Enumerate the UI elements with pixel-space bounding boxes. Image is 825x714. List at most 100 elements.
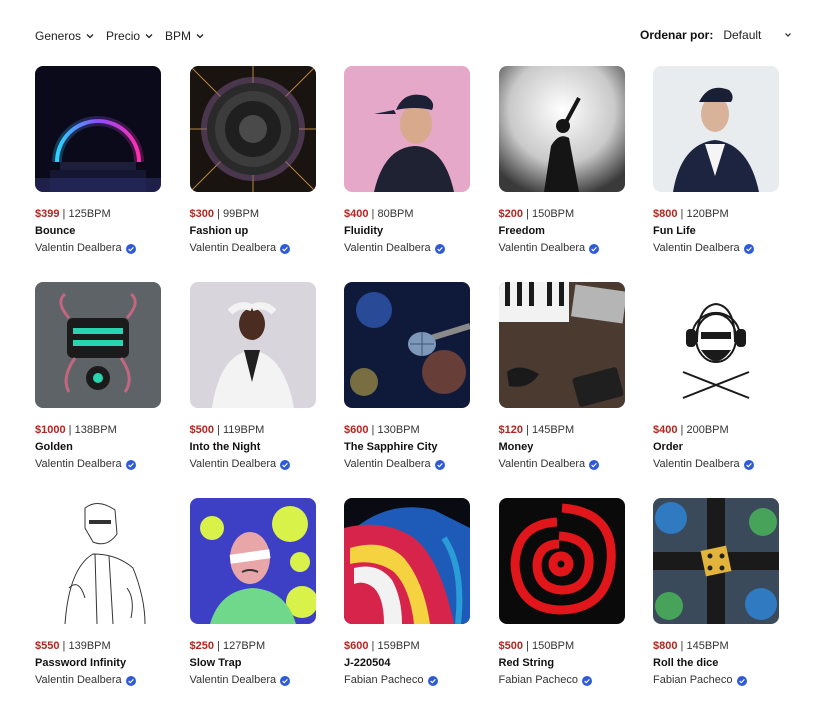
beat-card[interactable]: $500 | 119BPM Into the Night Valentin De… <box>189 282 316 498</box>
beat-meta: $399 | 125BPM Bounce Valentin Dealbera <box>35 206 161 257</box>
beat-author[interactable]: Valentin Dealbera <box>653 456 779 473</box>
beat-meta: $300 | 99BPM Fashion up Valentin Dealber… <box>190 206 316 257</box>
beat-cover-image[interactable] <box>498 498 625 624</box>
beat-meta: $550 | 139BPM Password Infinity Valentin… <box>35 638 161 689</box>
beat-card[interactable]: $600 | 159BPM J-220504 Fabian Pacheco <box>344 498 470 714</box>
beat-cover-image[interactable] <box>344 498 470 624</box>
beat-card[interactable]: $300 | 99BPM Fashion up Valentin Dealber… <box>189 66 316 282</box>
beat-cover-image[interactable] <box>344 282 470 408</box>
verified-badge-icon <box>427 675 438 686</box>
beat-author[interactable]: Valentin Dealbera <box>344 240 470 257</box>
beat-price-line: $800 | 145BPM <box>653 638 779 655</box>
beat-price-line: $550 | 139BPM <box>35 638 161 655</box>
beat-cover-image[interactable] <box>653 282 779 408</box>
beat-title[interactable]: Freedom <box>499 223 625 240</box>
beat-price-line: $200 | 150BPM <box>499 206 625 223</box>
beat-title[interactable]: Money <box>499 439 625 456</box>
sort-select[interactable]: Default <box>723 28 793 42</box>
beat-cover-image[interactable] <box>189 498 316 624</box>
beat-author[interactable]: Valentin Dealbera <box>190 456 316 473</box>
filter-genres-dropdown[interactable]: Generos <box>35 29 95 43</box>
beat-cover-image[interactable] <box>498 282 625 408</box>
beat-title[interactable]: The Sapphire City <box>344 439 470 456</box>
beat-card[interactable]: $400 | 80BPM Fluidity Valentin Dealbera <box>344 66 470 282</box>
verified-badge-icon <box>434 243 445 254</box>
cover-artwork <box>653 282 779 408</box>
beat-cover-image[interactable] <box>653 498 779 624</box>
beat-price-line: $400 | 200BPM <box>653 422 779 439</box>
beat-author-name: Valentin Dealbera <box>35 242 122 254</box>
filter-genres-label: Generos <box>35 29 82 43</box>
beat-author-name: Valentin Dealbera <box>35 674 122 686</box>
beat-card[interactable]: $120 | 145BPM Money Valentin Dealbera <box>498 282 625 498</box>
filter-bar: Generos Precio BPM <box>35 29 205 43</box>
beat-title[interactable]: Into the Night <box>190 439 316 456</box>
verified-badge-icon <box>582 675 592 686</box>
beat-title[interactable]: Order <box>653 439 779 456</box>
beat-bpm: 150BPM <box>531 640 575 652</box>
beat-bpm: 159BPM <box>377 640 420 652</box>
beat-author-name: Valentin Dealbera <box>35 458 122 470</box>
beat-author[interactable]: Valentin Dealbera <box>190 240 316 257</box>
cover-artwork <box>498 498 625 624</box>
beat-cover-image[interactable] <box>653 66 779 192</box>
beat-author-name: Valentin Dealbera <box>653 242 740 254</box>
filter-bpm-dropdown[interactable]: BPM <box>165 29 205 43</box>
beat-author[interactable]: Valentin Dealbera <box>35 672 161 689</box>
beat-author[interactable]: Fabian Pacheco <box>499 672 625 689</box>
beat-title[interactable]: Roll the dice <box>653 655 779 672</box>
beat-title[interactable]: Fashion up <box>190 223 316 240</box>
beat-author-name: Valentin Dealbera <box>189 458 277 470</box>
beat-author[interactable]: Valentin Dealbera <box>190 672 316 689</box>
beat-author[interactable]: Fabian Pacheco <box>653 672 779 689</box>
filter-bpm-label: BPM <box>165 29 192 43</box>
beat-cover-image[interactable] <box>35 498 161 624</box>
beat-author[interactable]: Valentin Dealbera <box>499 456 625 473</box>
beat-meta: $400 | 200BPM Order Valentin Dealbera <box>653 422 779 473</box>
cover-artwork <box>189 282 316 408</box>
beat-card[interactable]: $550 | 139BPM Password Infinity Valentin… <box>35 498 161 714</box>
beat-title[interactable]: Fluidity <box>344 223 470 240</box>
beat-title[interactable]: Password Infinity <box>35 655 161 672</box>
beat-price: $800 <box>653 640 678 652</box>
beat-card[interactable]: $399 | 125BPM Bounce Valentin Dealbera <box>35 66 161 282</box>
beat-cover-image[interactable] <box>189 66 316 192</box>
beat-card[interactable]: $200 | 150BPM Freedom Valentin Dealbera <box>498 66 625 282</box>
beat-card[interactable]: $400 | 200BPM Order Valentin Dealbera <box>653 282 779 498</box>
beat-title[interactable]: Red String <box>499 655 625 672</box>
beat-author[interactable]: Valentin Dealbera <box>35 240 161 257</box>
beat-author[interactable]: Valentin Dealbera <box>35 456 161 473</box>
beat-bpm: 125BPM <box>68 208 111 220</box>
cover-artwork <box>498 282 625 408</box>
beat-price-line: $500 | 119BPM <box>190 422 316 439</box>
beat-card[interactable]: $800 | 145BPM Roll the dice Fabian Pache… <box>653 498 779 714</box>
beat-cover-image[interactable] <box>344 66 470 192</box>
beat-cover-image[interactable] <box>498 66 625 192</box>
beat-meta: $500 | 150BPM Red String Fabian Pacheco <box>499 638 625 689</box>
cover-artwork <box>35 66 161 192</box>
beat-author[interactable]: Valentin Dealbera <box>653 240 779 257</box>
cover-artwork <box>189 498 316 624</box>
beat-title[interactable]: Slow Trap <box>190 655 316 672</box>
chevron-down-icon <box>86 34 94 39</box>
beat-author[interactable]: Valentin Dealbera <box>344 456 470 473</box>
beat-title[interactable]: Golden <box>35 439 161 456</box>
filter-price-dropdown[interactable]: Precio <box>106 29 154 43</box>
beat-author[interactable]: Fabian Pacheco <box>344 672 470 689</box>
beat-cover-image[interactable] <box>189 282 316 408</box>
beat-card[interactable]: $600 | 130BPM The Sapphire City Valentin… <box>344 282 470 498</box>
beat-cover-image[interactable] <box>35 66 161 192</box>
beat-title[interactable]: J-220504 <box>344 655 470 672</box>
beat-title[interactable]: Bounce <box>35 223 161 240</box>
verified-badge-icon <box>743 459 754 470</box>
beat-cover-image[interactable] <box>35 282 161 408</box>
beat-card[interactable]: $800 | 120BPM Fun Life Valentin Dealbera <box>653 66 779 282</box>
beat-author[interactable]: Valentin Dealbera <box>499 240 625 257</box>
cover-artwork <box>189 66 316 192</box>
beat-card[interactable]: $1000 | 138BPM Golden Valentin Dealbera <box>35 282 161 498</box>
beat-meta: $200 | 150BPM Freedom Valentin Dealbera <box>499 206 625 257</box>
beat-card[interactable]: $250 | 127BPM Slow Trap Valentin Dealber… <box>189 498 316 714</box>
beat-bpm: 138BPM <box>74 424 117 436</box>
beat-title[interactable]: Fun Life <box>653 223 779 240</box>
beat-card[interactable]: $500 | 150BPM Red String Fabian Pacheco <box>498 498 625 714</box>
